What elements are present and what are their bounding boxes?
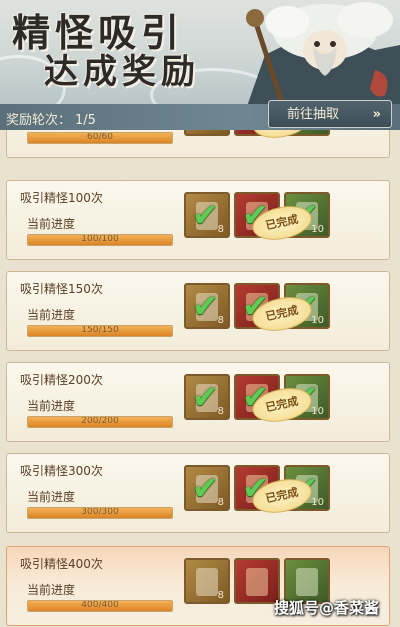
task-card: 吸引精怪150次当前进度150/150✔8✔✔10已完成 <box>6 271 390 351</box>
check-icon: ✔ <box>192 287 219 325</box>
reward-count: 8 <box>217 315 224 326</box>
reward-round: 奖励轮次： 1/5 <box>6 109 100 128</box>
progress-label: 当前进度 <box>27 217 76 231</box>
banner-title-line2: 达成奖励 <box>44 52 200 92</box>
task-label: 吸引精怪200次 <box>20 373 103 387</box>
round-info-bar: 奖励轮次： 1/5 前往抽取 » <box>0 100 400 130</box>
reward-count: 8 <box>217 224 224 235</box>
check-icon: ✔ <box>192 378 219 416</box>
go-draw-button[interactable]: 前往抽取 » <box>268 100 392 128</box>
reward-count: 8 <box>217 406 224 417</box>
progress-text: 100/100 <box>81 234 119 244</box>
reward-count: 8 <box>217 590 224 601</box>
progress-label: 当前进度 <box>27 583 76 597</box>
round-value: 1/5 <box>75 113 96 128</box>
task-card: 吸引精怪100次当前进度100/100✔8✔✔10已完成 <box>6 180 390 260</box>
check-icon: ✔ <box>192 469 219 507</box>
task-card: 吸引精怪200次当前进度200/200✔8✔✔10已完成 <box>6 362 390 442</box>
reward-slot[interactable]: ✔8 <box>184 283 230 329</box>
reward-count: 10 <box>311 315 324 326</box>
progress-label: 当前进度 <box>27 399 76 413</box>
reward-slot[interactable]: ✔8 <box>184 192 230 238</box>
task-label: 吸引精怪400次 <box>20 557 103 571</box>
progress-text: 60/60 <box>87 132 113 142</box>
reward-slot[interactable]: ✔8 <box>184 465 230 511</box>
progress-text: 400/400 <box>81 600 119 610</box>
progress-label: 当前进度 <box>27 308 76 322</box>
progress-text: 150/150 <box>81 325 119 335</box>
progress-bar: 400/400 <box>27 600 173 612</box>
reward-count: 10 <box>311 224 324 235</box>
task-label: 吸引精怪150次 <box>20 282 103 296</box>
reward-slot[interactable]: ✔8 <box>184 130 230 136</box>
double-arrow-icon: » <box>372 107 381 122</box>
reward-slot[interactable]: 8 <box>184 558 230 604</box>
reward-slot[interactable]: ✔8 <box>184 374 230 420</box>
task-card: 当前进度60/60✔8✔✔10已完成 <box>6 130 390 158</box>
progress-bar: 100/100 <box>27 234 173 246</box>
reward-item-icon <box>196 568 218 596</box>
reward-item-icon <box>296 568 318 596</box>
reward-count: 8 <box>218 130 224 133</box>
progress-bar: 200/200 <box>27 416 173 428</box>
reward-count: 10 <box>311 406 324 417</box>
task-card: 吸引精怪300次当前进度300/300✔8✔✔10已完成 <box>6 453 390 533</box>
task-label: 吸引精怪300次 <box>20 464 103 478</box>
task-label: 吸引精怪100次 <box>20 191 103 205</box>
check-icon: ✔ <box>192 130 219 133</box>
spirit-character-illustration <box>246 2 400 105</box>
progress-bar: 60/60 <box>27 132 173 144</box>
progress-bar: 300/300 <box>27 507 173 519</box>
progress-text: 200/200 <box>81 416 119 426</box>
reward-item-icon <box>246 568 268 596</box>
reward-count: 8 <box>217 497 224 508</box>
progress-label: 当前进度 <box>27 490 76 504</box>
reward-count: 10 <box>311 497 324 508</box>
check-icon: ✔ <box>192 196 219 234</box>
round-label: 奖励轮次： <box>6 113 72 128</box>
event-banner: 精怪吸引 达成奖励 <box>0 0 400 105</box>
watermark: 搜狐号@香菜酱 <box>274 599 380 617</box>
go-draw-label: 前往抽取 <box>287 107 340 122</box>
reward-count: 10 <box>311 130 324 133</box>
progress-text: 300/300 <box>81 507 119 517</box>
task-list[interactable]: 当前进度60/60✔8✔✔10已完成吸引精怪100次当前进度100/100✔8✔… <box>0 130 400 627</box>
progress-bar: 150/150 <box>27 325 173 337</box>
